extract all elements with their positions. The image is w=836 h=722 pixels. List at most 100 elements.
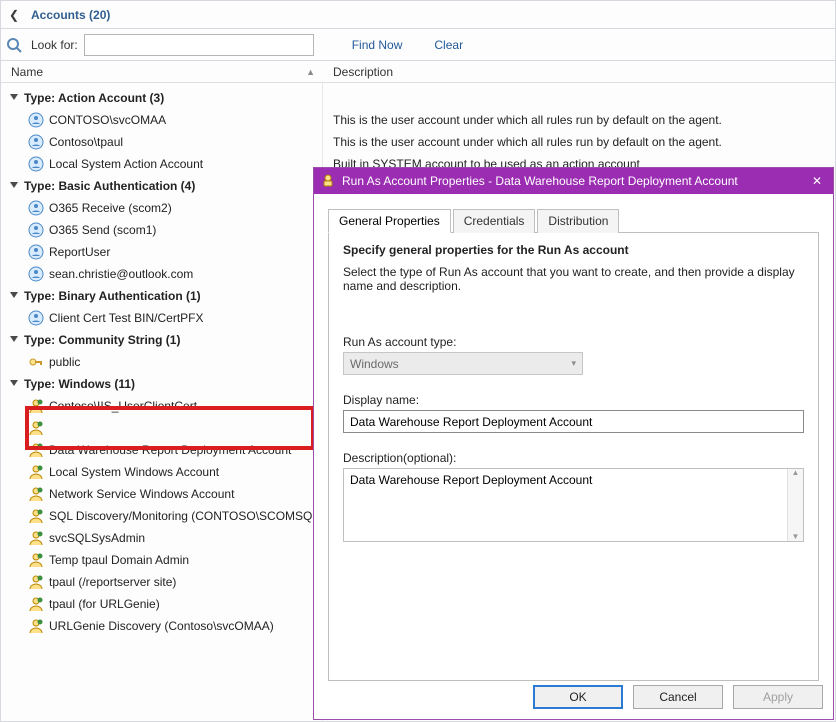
expand-caret-icon (9, 92, 21, 104)
group-row[interactable]: Type: Community String (1) (1, 329, 322, 351)
account-row[interactable]: O365 Receive (scom2) (1, 197, 322, 219)
dialog-title: Run As Account Properties - Data Warehou… (336, 174, 738, 188)
account-row[interactable]: tpaul (/reportserver site) (1, 571, 322, 593)
account-label: public (49, 355, 80, 369)
close-icon: ✕ (812, 174, 822, 188)
chevron-down-icon: ▾ (571, 358, 576, 369)
display-name-input[interactable] (343, 410, 804, 433)
clear-button[interactable]: Clear (426, 38, 471, 52)
tab-distribution[interactable]: Distribution (537, 209, 619, 233)
description-textarea[interactable]: Data Warehouse Report Deployment Account… (343, 468, 804, 542)
run-as-type-select: Windows ▾ (343, 352, 583, 375)
group-row[interactable]: Type: Action Account (3) (1, 87, 322, 109)
scroll-up-icon: ▲ (792, 469, 800, 477)
page-title: Accounts (20) (27, 8, 110, 22)
account-row[interactable]: ReportUser (1, 241, 322, 263)
account-row[interactable]: URLGenie Discovery (Contoso\svcOMAA) (1, 615, 322, 637)
panel-helper-text: Select the type of Run As account that y… (343, 265, 804, 293)
account-icon (27, 529, 45, 547)
title-count: (20) (89, 8, 110, 22)
apply-button[interactable]: Apply (733, 685, 823, 709)
back-button[interactable]: ❮ (1, 1, 27, 29)
account-label: tpaul (/reportserver site) (49, 575, 176, 589)
expand-caret-icon (9, 378, 21, 390)
scroll-down-icon: ▼ (792, 533, 800, 541)
account-label: SQL Discovery/Monitoring (CONTOSO\SCOMSQ… (49, 509, 322, 523)
group-row[interactable]: Type: Binary Authentication (1) (1, 285, 322, 307)
account-label: tpaul (for URLGenie) (49, 597, 160, 611)
tree-column: Type: Action Account (3) CONTOSO\svcOMAA C… (1, 83, 323, 722)
account-icon (27, 595, 45, 613)
account-label: O365 Send (scom1) (49, 223, 156, 237)
account-icon (27, 111, 45, 129)
group-label: Type: Basic Authentication (4) (24, 179, 195, 193)
account-label: Client Cert Test BIN/CertPFX (49, 311, 204, 325)
search-input[interactable] (84, 34, 314, 56)
expand-caret-icon (9, 334, 21, 346)
run-as-account-icon (320, 172, 336, 191)
account-icon (27, 199, 45, 217)
account-icon (27, 155, 45, 173)
display-name-label: Display name: (343, 393, 804, 407)
account-label: Network Service Windows Account (49, 487, 234, 501)
account-icon (27, 485, 45, 503)
tab-general-properties[interactable]: General Properties (328, 209, 451, 233)
account-icon (27, 617, 45, 635)
textarea-scrollbar[interactable]: ▲ ▼ (787, 469, 803, 541)
dialog-button-row: OK Cancel Apply (533, 685, 823, 709)
expand-caret-icon (9, 180, 21, 192)
group-row[interactable]: Type: Windows (11) (1, 373, 322, 395)
account-row[interactable]: sean.christie@outlook.com (1, 263, 322, 285)
description-value: Data Warehouse Report Deployment Account (350, 473, 592, 487)
account-icon (27, 243, 45, 261)
account-row[interactable]: Local System Action Account (1, 153, 322, 175)
account-row[interactable]: CONTOSO\svcOMAA (1, 109, 322, 131)
account-row[interactable]: SQL Discovery/Monitoring (CONTOSO\SCOMSQ… (1, 505, 322, 527)
column-header-description[interactable]: Description (323, 65, 393, 79)
account-row[interactable]: tpaul (for URLGenie) (1, 593, 322, 615)
column-header-name[interactable]: Name ▲ (1, 65, 323, 79)
account-row[interactable]: svcSQLSysAdmin (1, 527, 322, 549)
account-icon (27, 133, 45, 151)
account-label: O365 Receive (scom2) (49, 201, 172, 215)
account-label: Contoso\tpaul (49, 135, 123, 149)
account-label: svcSQLSysAdmin (49, 531, 145, 545)
find-now-button[interactable]: Find Now (344, 38, 411, 52)
account-row[interactable]: Temp tpaul Domain Admin (1, 549, 322, 571)
account-label: ReportUser (49, 245, 110, 259)
group-label: Type: Binary Authentication (1) (24, 289, 201, 303)
run-as-account-properties-dialog: Run As Account Properties - Data Warehou… (313, 167, 834, 720)
dialog-titlebar[interactable]: Run As Account Properties - Data Warehou… (314, 168, 833, 194)
cancel-button[interactable]: Cancel (633, 685, 723, 709)
group-label: Type: Community String (1) (24, 333, 180, 347)
dialog-close-button[interactable]: ✕ (801, 168, 833, 194)
tab-credentials[interactable]: Credentials (453, 209, 536, 233)
account-row[interactable]: Network Service Windows Account (1, 483, 322, 505)
lookfor-label: Look for: (29, 38, 78, 52)
group-label: Type: Action Account (3) (24, 91, 164, 105)
account-icon (27, 573, 45, 591)
run-as-type-label: Run As account type: (343, 335, 804, 349)
account-icon (27, 551, 45, 569)
account-row[interactable]: public (1, 351, 322, 373)
desc-cell: This is the user account under which all… (323, 109, 835, 131)
ok-button[interactable]: OK (533, 685, 623, 709)
account-row[interactable]: Client Cert Test BIN/CertPFX (1, 307, 322, 329)
desc-cell: This is the user account under which all… (323, 131, 835, 153)
tab-panel-general: Specify general properties for the Run A… (328, 233, 819, 681)
account-label: Local System Action Account (49, 157, 203, 171)
account-row[interactable]: Contoso\tpaul (1, 131, 322, 153)
group-row[interactable]: Type: Basic Authentication (4) (1, 175, 322, 197)
dialog-tabs: General Properties Credentials Distribut… (328, 208, 819, 233)
title-text: Accounts (31, 8, 86, 22)
account-row[interactable]: O365 Send (scom1) (1, 219, 322, 241)
account-icon (27, 353, 45, 371)
desc-cell (323, 87, 835, 109)
account-label: CONTOSO\svcOMAA (49, 113, 166, 127)
account-row[interactable]: Local System Windows Account (1, 461, 322, 483)
column-header-row: Name ▲ Description (1, 61, 835, 83)
search-bar: Look for: Find Now Clear (1, 29, 835, 61)
group-label: Type: Windows (11) (24, 377, 135, 391)
account-icon (27, 221, 45, 239)
chevron-left-icon: ❮ (9, 8, 19, 22)
